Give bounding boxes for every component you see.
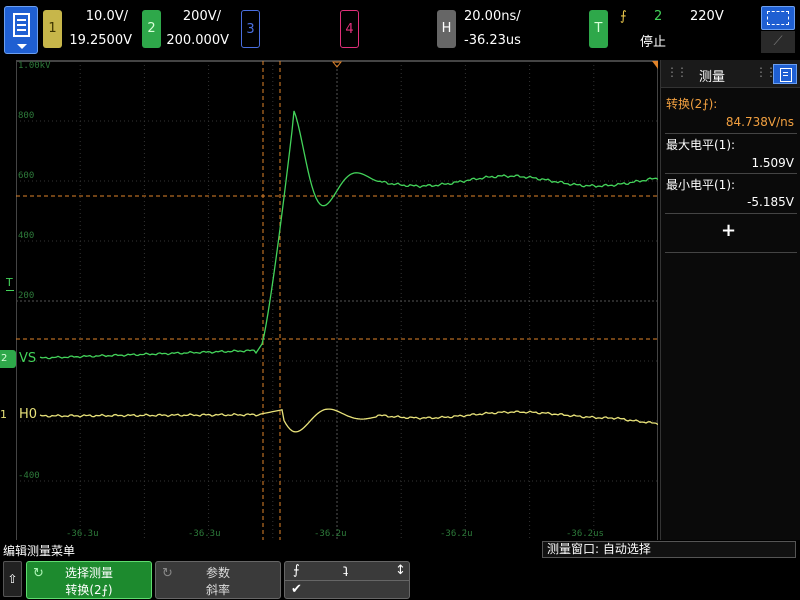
measurement-window-selector[interactable]: 测量窗口: 自动选择 bbox=[542, 541, 796, 558]
channel-2-ground-marker[interactable]: 2 bbox=[0, 350, 16, 368]
y-tick-label: 800 bbox=[18, 111, 35, 121]
chevron-down-icon bbox=[17, 44, 27, 49]
channel-2-button[interactable]: 2 bbox=[142, 10, 161, 48]
softkey-bar: 编辑测量菜单 测量窗口: 自动选择 ⇧ ↻ 选择测量 转换(2⨍) ↻ 参数 斜… bbox=[0, 540, 800, 600]
divider bbox=[665, 133, 797, 134]
channel-3-button[interactable]: 3 bbox=[241, 10, 260, 48]
select-measurement-softkey[interactable]: ↻ 选择测量 转换(2⨍) bbox=[26, 561, 152, 599]
divider bbox=[665, 213, 797, 214]
measurement-panel: ⋮⋮ 测量 ⋮⋮ 转换(2⨍): 84.738V/ns 最大电平(1): 1.5… bbox=[660, 60, 800, 540]
channel-1-scale: 10.0V/ bbox=[85, 9, 128, 24]
trigger-level-marker[interactable]: T bbox=[6, 276, 14, 291]
either-edge-icon[interactable]: ↕ bbox=[395, 563, 406, 578]
y-tick-label: 400 bbox=[18, 231, 35, 241]
measurement-name: 最大电平(1): bbox=[666, 138, 736, 152]
channel-1-button[interactable]: 1 bbox=[43, 10, 62, 48]
measurement-panel-title: 测量 bbox=[699, 70, 726, 85]
y-tick-label: 200 bbox=[18, 291, 35, 301]
horizontal-delay: -36.23us bbox=[464, 33, 521, 48]
channel-1-ground-marker[interactable]: 1 bbox=[0, 406, 16, 424]
channel-2-offset: 200.000V bbox=[166, 33, 229, 48]
trigger-slope-icon: ⨍ bbox=[620, 9, 627, 24]
softkey-value: 转换(2⨍) bbox=[65, 583, 113, 597]
drag-handle-icon[interactable]: ⋮⋮ bbox=[666, 65, 688, 79]
trigger-level: 220V bbox=[690, 9, 724, 24]
trigger-button[interactable]: T bbox=[589, 10, 608, 48]
x-tick-label: -36.2us bbox=[566, 529, 604, 539]
channel-1-offset: 19.2500V bbox=[69, 33, 132, 48]
back-button[interactable]: ⇧ bbox=[3, 561, 22, 597]
menu-title: 编辑测量菜单 bbox=[3, 544, 76, 558]
touch-tool-button[interactable]: ⟋ bbox=[761, 31, 795, 53]
measurement-menu-button[interactable] bbox=[773, 64, 797, 84]
measurement-value: 1.509V bbox=[751, 156, 794, 170]
check-icon: ✔ bbox=[291, 582, 302, 597]
trigger-source: 2 bbox=[654, 9, 663, 24]
divider bbox=[665, 173, 797, 174]
measurement-panel-header: ⋮⋮ 测量 ⋮⋮ bbox=[661, 60, 800, 88]
horizontal-scale: 20.00ns/ bbox=[464, 9, 521, 24]
divider bbox=[665, 252, 797, 253]
softkey-value: 斜率 bbox=[205, 583, 230, 597]
edge-options: ⨍ ʇ ↕ bbox=[285, 563, 409, 581]
main-menu-button[interactable] bbox=[4, 6, 38, 54]
waveform-grid bbox=[16, 61, 658, 541]
measurement-value: 84.738V/ns bbox=[725, 115, 794, 129]
softkey-label: 选择测量 bbox=[64, 566, 113, 580]
rising-edge-icon[interactable]: ⨍ bbox=[293, 563, 300, 578]
drag-handle-icon[interactable]: ⋮⋮ bbox=[755, 65, 777, 79]
channel-1-label: H0 bbox=[19, 407, 38, 422]
acquisition-status: 停止 bbox=[640, 35, 667, 50]
horizontal-button[interactable]: H bbox=[437, 10, 456, 48]
x-tick-label: -36.3u bbox=[188, 529, 221, 539]
y-tick-label: 600 bbox=[18, 171, 35, 181]
menu-icon bbox=[13, 13, 30, 37]
waveform-display[interactable]: 1.00kV 800 600 400 200 -400 bbox=[16, 60, 658, 541]
channel-4-button[interactable]: 4 bbox=[340, 10, 359, 48]
zoom-select-button[interactable] bbox=[761, 6, 795, 30]
measurement-value: -5.185V bbox=[747, 195, 794, 209]
measurement-name: 转换(2⨍): bbox=[666, 97, 718, 111]
measurement-name: 最小电平(1): bbox=[666, 178, 736, 192]
x-tick-label: -36.3u bbox=[66, 529, 99, 539]
y-tick-label: 1.00kV bbox=[18, 61, 51, 71]
channel-2-waveform bbox=[39, 110, 658, 360]
falling-edge-icon[interactable]: ʇ bbox=[343, 563, 348, 578]
edge-softkey[interactable]: ⨍ ʇ ↕ ✔ bbox=[284, 561, 410, 599]
add-measurement-button[interactable]: + bbox=[721, 220, 736, 241]
x-tick-label: -36.2u bbox=[440, 529, 473, 539]
parameter-softkey[interactable]: ↻ 参数 斜率 bbox=[155, 561, 281, 599]
softkey-label: 参数 bbox=[205, 566, 230, 580]
channel-2-scale: 200V/ bbox=[182, 9, 221, 24]
channel-2-label: VS bbox=[19, 351, 37, 366]
y-tick-label: -400 bbox=[18, 471, 40, 481]
top-bar: 1 10.0V/ 19.2500V 2 200V/ 200.000V 3 4 H… bbox=[0, 0, 800, 60]
x-tick-label: -36.2u bbox=[314, 529, 347, 539]
